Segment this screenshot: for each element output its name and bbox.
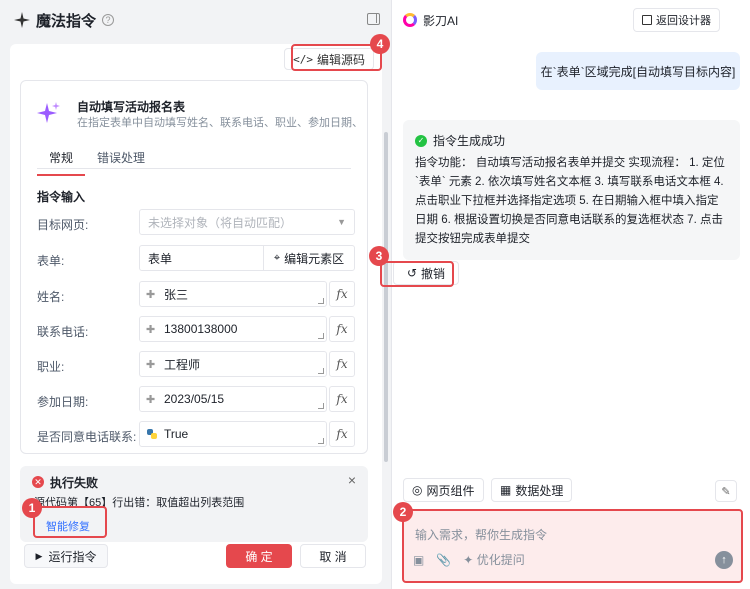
instruction-panel: </> 编辑源码 自动填写活动报名表 在指定表单中自动填写姓名、联系电话、职业、… — [10, 44, 388, 584]
row-form: 表单: 表单 ⌖ 编辑元素区 — [37, 245, 357, 273]
error-title: 执行失败 — [50, 476, 99, 490]
name-input[interactable]: ✚ 张三 — [139, 281, 327, 307]
highlight-prompt-input — [402, 509, 743, 583]
back-to-designer-button[interactable]: 返回设计器 — [633, 8, 720, 32]
page-title: 魔法指令 — [36, 12, 97, 30]
highlight-undo — [380, 261, 454, 287]
resize-handle[interactable] — [318, 333, 324, 339]
badge-4: 4 — [370, 34, 390, 54]
table-icon: ▦ — [500, 483, 512, 497]
target-page-select[interactable]: 未选择对象（将自动匹配） ▼ — [139, 209, 355, 235]
error-icon: ✕ — [32, 476, 44, 488]
name-label: 姓名: — [37, 290, 65, 304]
date-label: 参加日期: — [37, 395, 89, 409]
highlight-smart-fix — [33, 506, 107, 538]
variable-icon: ✚ — [146, 289, 156, 301]
chevron-down-icon: ▼ — [337, 217, 346, 227]
sparkle-icon — [14, 12, 30, 28]
section-title: 指令输入 — [37, 190, 86, 204]
variable-icon: ✚ — [146, 359, 156, 371]
card-title: 自动填写活动报名表 — [77, 100, 186, 114]
clear-chat-icon[interactable]: ✎ — [715, 480, 737, 502]
fx-button[interactable]: fx — [329, 281, 355, 307]
edit-element-button[interactable]: ⌖ 编辑元素区 — [264, 246, 354, 270]
variable-icon: ✚ — [146, 324, 156, 336]
cancel-button[interactable]: 取 消 — [300, 544, 366, 568]
help-icon[interactable]: ? — [102, 14, 115, 26]
fx-button[interactable]: fx — [329, 386, 355, 412]
tab-divider — [37, 168, 351, 169]
agree-call-label: 是否同意电话联系: — [37, 430, 137, 444]
close-icon[interactable]: × — [348, 472, 356, 488]
collapse-panel-icon[interactable] — [367, 13, 380, 25]
python-icon — [147, 429, 157, 439]
crosshair-icon: ⌖ — [273, 251, 281, 264]
badge-2: 2 — [393, 502, 413, 522]
scrollbar[interactable] — [384, 132, 388, 462]
form-field: 表单 ⌖ 编辑元素区 — [139, 245, 355, 271]
fx-button[interactable]: fx — [329, 421, 355, 447]
phone-label: 联系电话: — [37, 325, 89, 339]
left-footer: ▶ 运行指令 确 定 取 消 — [0, 532, 392, 589]
confirm-button[interactable]: 确 定 — [226, 544, 292, 568]
row-phone: 联系电话: ✚ 13800138000 fx — [37, 316, 357, 344]
row-name: 姓名: ✚ 张三 fx — [37, 281, 357, 309]
tab-general[interactable]: 常规 — [37, 149, 86, 176]
check-icon: ✓ — [415, 134, 427, 147]
response-body: 指令功能： 自动填写活动报名表单并提交 实现流程： 1. 定位 `表单` 元素 … — [415, 157, 725, 245]
user-message: 在`表单`区域完成[自动填写目标内容] — [536, 52, 740, 90]
highlight-edit-source — [291, 44, 382, 71]
ai-header: 影刀AI 返回设计器 — [393, 0, 750, 40]
resize-handle[interactable] — [318, 298, 324, 304]
form-value[interactable]: 表单 — [140, 246, 264, 270]
left-header: 魔法指令 ? — [0, 0, 392, 40]
ai-response: ✓ 指令生成成功 指令功能： 自动填写活动报名表单并提交 实现流程： 1. 定位… — [403, 120, 740, 260]
magic-sparkle-icon — [37, 102, 60, 123]
exit-icon — [642, 15, 652, 25]
agree-call-input[interactable]: True — [139, 421, 327, 447]
job-label: 职业: — [37, 360, 65, 374]
web-component-chip[interactable]: ◎ 网页组件 — [403, 478, 484, 502]
target-page-label: 目标网页: — [37, 218, 89, 232]
response-status: ✓ 指令生成成功 — [415, 132, 505, 149]
badge-1: 1 — [22, 498, 42, 518]
badge-3: 3 — [369, 246, 389, 266]
instruction-card: 自动填写活动报名表 在指定表单中自动填写姓名、联系电话、职业、参加日期、... … — [20, 80, 368, 454]
data-processing-chip[interactable]: ▦ 数据处理 — [491, 478, 573, 502]
row-agree-call: 是否同意电话联系: True fx — [37, 421, 357, 449]
row-date: 参加日期: ✚ 2023/05/15 fx — [37, 386, 357, 414]
form-label: 表单: — [37, 254, 65, 268]
resize-handle[interactable] — [318, 403, 324, 409]
variable-icon: ✚ — [146, 394, 156, 406]
card-description: 在指定表单中自动填写姓名、联系电话、职业、参加日期、... — [77, 117, 357, 129]
phone-input[interactable]: ✚ 13800138000 — [139, 316, 327, 342]
resize-handle[interactable] — [318, 438, 324, 444]
resize-handle[interactable] — [318, 368, 324, 374]
web-icon: ◎ — [412, 483, 423, 497]
date-input[interactable]: ✚ 2023/05/15 — [139, 386, 327, 412]
fx-button[interactable]: fx — [329, 316, 355, 342]
left-panel: 魔法指令 ? </> 编辑源码 自动填写活动报名表 在指定表单中自动填写姓名、联… — [0, 0, 392, 589]
tab-bar: 常规 错误处理 — [37, 149, 157, 176]
app-logo-icon — [403, 13, 417, 27]
row-target-page: 目标网页: 未选择对象（将自动匹配） ▼ — [37, 209, 357, 237]
row-job: 职业: ✚ 工程师 fx — [37, 351, 357, 379]
tab-error-handling[interactable]: 错误处理 — [85, 149, 157, 176]
play-icon: ▶ — [35, 550, 43, 561]
ai-panel: 影刀AI 返回设计器 在`表单`区域完成[自动填写目标内容] ✓ 指令生成成功 … — [393, 0, 750, 589]
job-input[interactable]: ✚ 工程师 — [139, 351, 327, 377]
app-name: 影刀AI — [423, 13, 459, 28]
run-instruction-button[interactable]: ▶ 运行指令 — [24, 544, 108, 568]
fx-button[interactable]: fx — [329, 351, 355, 377]
